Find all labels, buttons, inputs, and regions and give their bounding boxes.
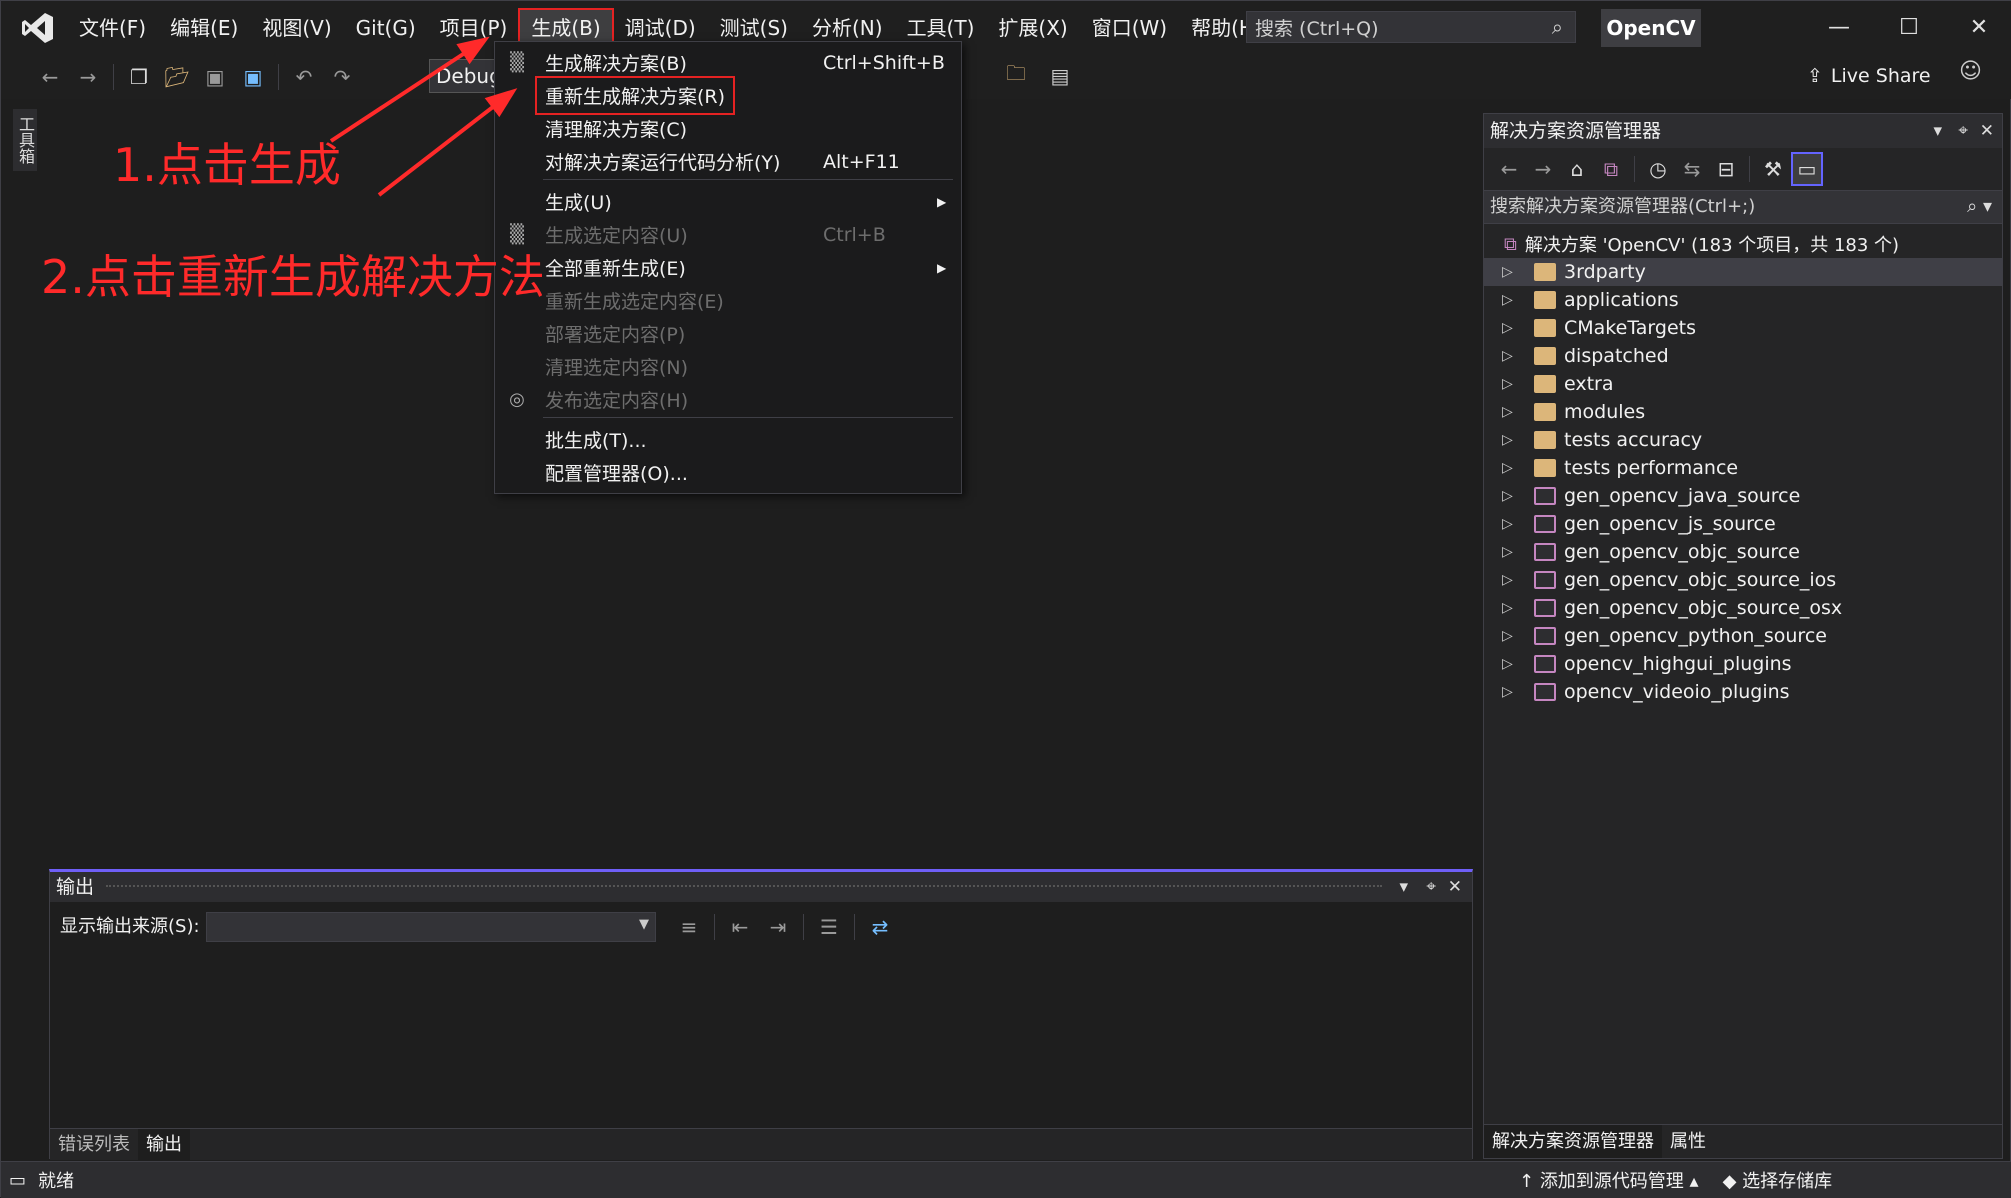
annotation-step-2: 2.点击重新生成解决方法 (41, 250, 545, 304)
ide-window: 文件(F) 编辑(E) 视图(V) Git(G) 项目(P) 生成(B) 调试(… (0, 0, 2011, 1198)
annotation-step-1: 1.点击生成 (113, 138, 341, 192)
annotation-arrow-2 (377, 88, 518, 197)
annotation-arrow-1 (329, 36, 490, 143)
